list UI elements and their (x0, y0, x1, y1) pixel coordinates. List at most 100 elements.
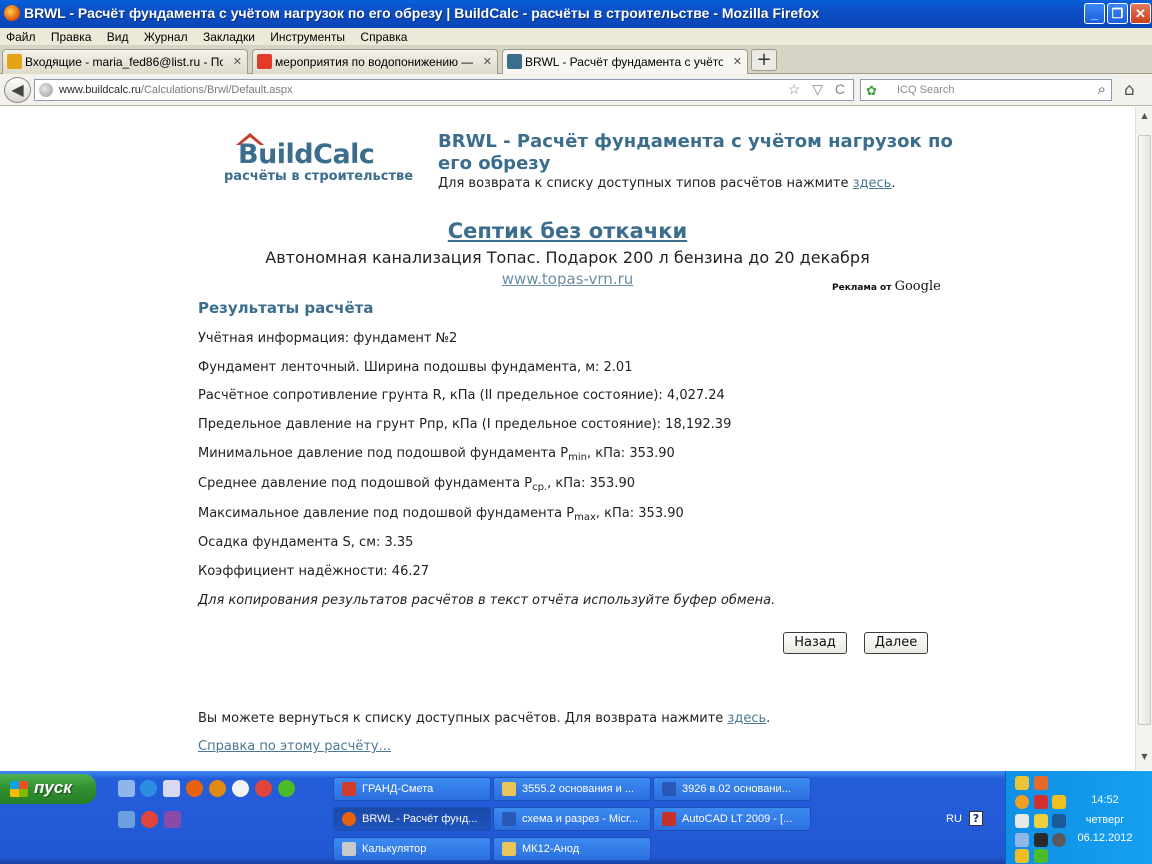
grand-smeta-icon (342, 782, 356, 796)
quicklaunch-app-icon[interactable] (209, 780, 226, 797)
tray-app-icon[interactable] (1034, 814, 1048, 828)
tab-label: BRWL - Расчёт фундамента с учётом н... (525, 55, 723, 69)
help-icon[interactable]: ? (969, 811, 983, 826)
task-folder-3555[interactable]: 3555.2 основания и ... (493, 777, 651, 801)
volume-icon[interactable] (1034, 833, 1048, 847)
tab-buildcalc[interactable]: BRWL - Расчёт фундамента с учётом н... ✕ (502, 49, 748, 75)
results-heading: Результаты расчёта (198, 299, 374, 317)
tray-app-icon[interactable] (1052, 833, 1066, 847)
search-placeholder: ICQ Search (897, 84, 955, 96)
menu-history[interactable]: Журнал (138, 28, 194, 44)
tray-app-icon[interactable] (1015, 795, 1029, 809)
maximize-button[interactable]: ❐ (1107, 3, 1128, 24)
home-icon[interactable]: ⌂ (1124, 80, 1135, 100)
icq-icon[interactable]: ✿ (866, 83, 877, 99)
new-tab-button[interactable]: + (751, 49, 777, 71)
task-label: AutoCAD LT 2009 - [... (682, 813, 793, 825)
buildcalc-icon (507, 54, 522, 69)
task-firefox-brwl[interactable]: BRWL - Расчёт фунд... (333, 807, 491, 831)
pmin-value: , кПа: 353.90 (586, 446, 675, 461)
menu-bar: Файл Правка Вид Журнал Закладки Инструме… (0, 28, 1152, 46)
scroll-up-icon[interactable]: ▲ (1138, 111, 1151, 125)
quicklaunch-explorer-icon[interactable] (118, 811, 135, 828)
search-icon[interactable]: ⌕ (1098, 81, 1106, 98)
next-page-button[interactable]: Далее (864, 632, 928, 654)
return-link[interactable]: здесь (853, 176, 892, 191)
pmin-label: Минимальное давление под подошвой фундам… (198, 446, 569, 461)
shield-icon[interactable] (1052, 795, 1066, 809)
scroll-thumb[interactable] (1138, 135, 1151, 725)
pcp-label: Среднее давление под подошвой фундамента… (198, 476, 533, 491)
start-button[interactable]: пуск (0, 774, 96, 804)
menu-help[interactable]: Справка (354, 28, 413, 44)
search-input[interactable]: ✿ ICQ Search ⌕ (860, 79, 1112, 101)
quicklaunch-icq-icon[interactable] (278, 780, 295, 797)
ad-url-link[interactable]: www.topas-vrn.ru (0, 270, 1135, 288)
task-calculator[interactable]: Калькулятор (333, 837, 491, 861)
quicklaunch-player-icon[interactable] (232, 780, 249, 797)
task-label: ГРАНД-Смета (362, 783, 434, 795)
tray-monitor-icon[interactable] (1015, 833, 1029, 847)
footer-link[interactable]: здесь (727, 711, 766, 726)
tray-app-icon[interactable] (1034, 776, 1048, 790)
start-label: пуск (34, 778, 72, 797)
folder-icon (502, 782, 516, 796)
help-link[interactable]: Справка по этому расчёту... (198, 739, 391, 754)
window-title: BRWL - Расчёт фундамента с учётом нагруз… (24, 5, 820, 21)
logo-tagline: расчёты в строительстве (224, 169, 414, 184)
back-page-button[interactable]: Назад (783, 632, 847, 654)
tray-app-icon[interactable] (1034, 849, 1048, 863)
result-pcp: Среднее давление под подошвой фундамента… (198, 476, 635, 493)
ads-by-label: Реклама от (832, 283, 895, 293)
scroll-down-icon[interactable]: ▼ (1138, 752, 1151, 766)
url-path: /Calculations/Brwl/Default.aspx (140, 84, 293, 96)
close-tab-icon[interactable]: ✕ (733, 55, 742, 68)
quicklaunch-media-icon[interactable] (164, 811, 181, 828)
quicklaunch-ie-icon[interactable] (140, 780, 157, 797)
tray-app-icon[interactable] (1052, 814, 1066, 828)
footer-text: Вы можете вернуться к списку доступных р… (198, 711, 728, 726)
tab-label: Входящие - maria_fed86@list.ru - Почт... (25, 55, 223, 69)
pmax-label: Максимальное давление под подошвой фунда… (198, 506, 575, 521)
close-tab-icon[interactable]: ✕ (483, 55, 492, 68)
menu-edit[interactable]: Правка (45, 28, 98, 44)
back-button[interactable]: ◀ (4, 77, 31, 103)
task-autocad[interactable]: AutoCAD LT 2009 - [... (653, 807, 811, 831)
result-account: Учётная информация: фундамент №2 (198, 331, 458, 346)
pmin-sub: min (568, 452, 587, 463)
minimize-button[interactable]: _ (1084, 3, 1105, 24)
result-limit-pressure: Предельное давление на грунт Pпр, кПа (I… (198, 417, 732, 432)
task-grand-smeta[interactable]: ГРАНД-Смета (333, 777, 491, 801)
page-viewport: BuildCalc расчёты в строительстве BRWL -… (0, 107, 1135, 770)
window-titlebar[interactable]: BRWL - Расчёт фундамента с учётом нагруз… (0, 0, 1152, 28)
close-tab-icon[interactable]: ✕ (233, 55, 242, 68)
menu-file[interactable]: Файл (0, 28, 42, 44)
buildcalc-logo[interactable]: BuildCalc расчёты в строительстве (222, 129, 414, 189)
quicklaunch-desktop-icon[interactable] (118, 780, 135, 797)
tab-yandex[interactable]: мероприятия по водопонижению — Ян... ✕ (252, 49, 498, 74)
quicklaunch-opera-icon[interactable] (141, 811, 158, 828)
task-word-schema[interactable]: схема и разрез - Micr... (493, 807, 651, 831)
menu-tools[interactable]: Инструменты (264, 28, 351, 44)
task-label: 3926 в.02 основани... (682, 783, 791, 795)
task-folder-mk12[interactable]: МК12-Анод (493, 837, 651, 861)
tab-mail[interactable]: Входящие - maria_fed86@list.ru - Почт...… (2, 49, 248, 74)
quicklaunch-firefox-icon[interactable] (186, 780, 203, 797)
ad-title-link[interactable]: Септик без откачки (0, 219, 1135, 243)
tray-app-icon[interactable] (1015, 776, 1029, 790)
url-tools-icons[interactable]: ☆ ▽ C (788, 81, 849, 98)
close-button[interactable]: ✕ (1130, 3, 1151, 24)
language-indicator[interactable]: RU (946, 813, 962, 825)
quicklaunch-chrome-icon[interactable] (255, 780, 272, 797)
menu-view[interactable]: Вид (101, 28, 135, 44)
tray-network-icon[interactable] (1015, 814, 1029, 828)
quicklaunch-mail-icon[interactable] (163, 780, 180, 797)
task-word-3926[interactable]: 3926 в.02 основани... (653, 777, 811, 801)
tray-pdf-icon[interactable] (1034, 795, 1048, 809)
tray-app-icon[interactable] (1015, 849, 1029, 863)
clock-time[interactable]: 14:52 (1070, 794, 1140, 806)
menu-bookmarks[interactable]: Закладки (197, 28, 261, 44)
ads-by-google[interactable]: Реклама от Google (832, 279, 941, 294)
url-field[interactable]: www.buildcalc.ru/Calculations/Brwl/Defau… (34, 79, 854, 101)
vertical-scrollbar[interactable]: ▲ ▼ (1135, 107, 1152, 770)
